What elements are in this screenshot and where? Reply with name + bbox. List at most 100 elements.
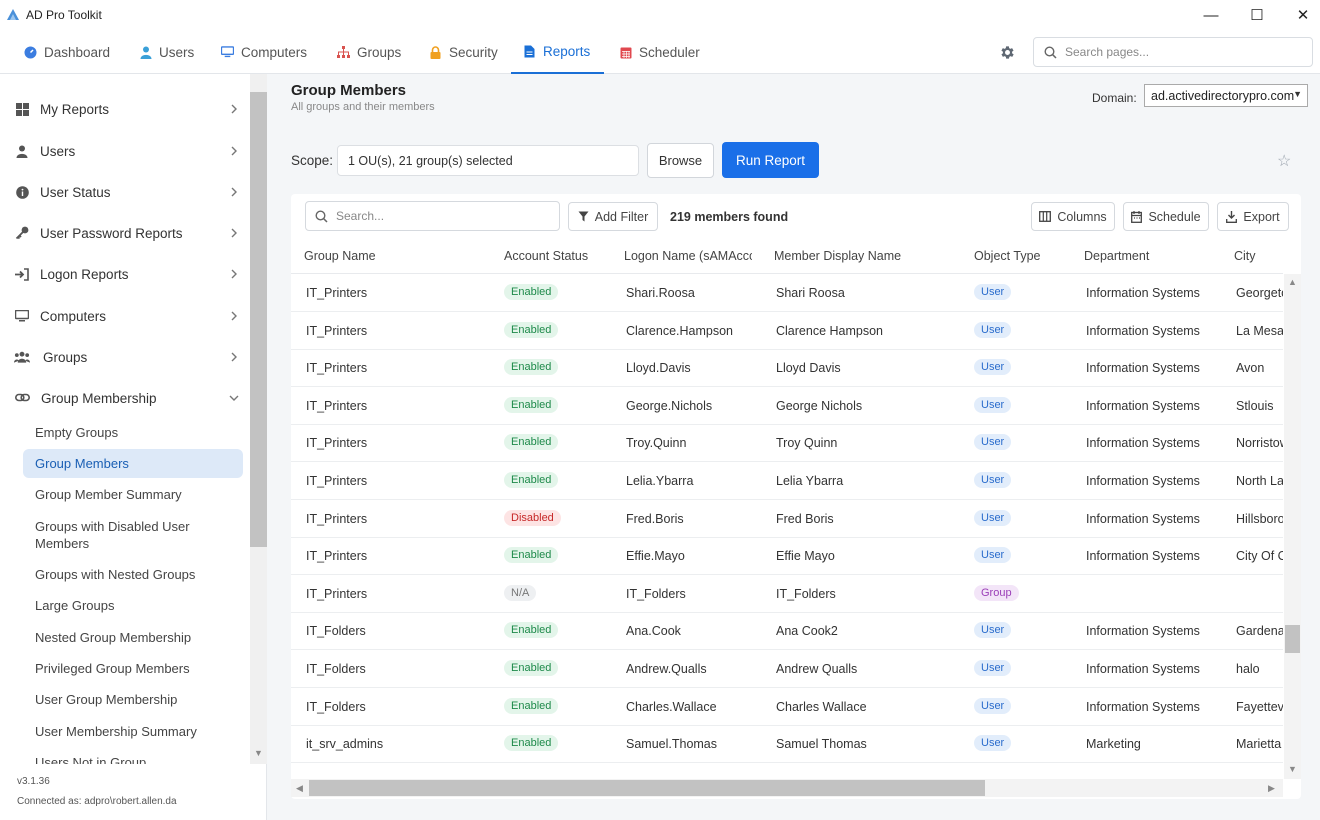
display-name-cell: Lloyd Davis [776,361,841,375]
tab-security[interactable]: Security [429,30,498,74]
sidebar-subitem-privileged-group-members[interactable]: Privileged Group Members [23,660,243,677]
tab-users[interactable]: Users [139,30,194,74]
display-name-cell: Fred Boris [776,512,834,526]
column-header[interactable]: Account Status [504,249,609,263]
groups-icon [337,45,350,59]
scroll-right-arrow-icon[interactable]: ▶ [1268,783,1275,794]
sidebar-subitem-groups-disabled-users[interactable]: Groups with Disabled User Members [23,518,213,552]
sidebar-subitem-groups-nested[interactable]: Groups with Nested Groups [23,566,243,583]
sidebar-item-user-password-reports[interactable]: User Password Reports [0,214,250,252]
table-row[interactable]: IT_Folders Enabled Charles.Wallace Charles … [291,688,1283,726]
sidebar-subitem-empty-groups[interactable]: Empty Groups [23,424,243,441]
department-cell: Information Systems [1086,512,1200,526]
tab-groups[interactable]: Groups [337,30,401,74]
export-button[interactable]: Export [1217,202,1289,231]
sidebar-subitem-user-group-membership[interactable]: User Group Membership [23,691,243,708]
table-row[interactable]: IT_Printers Enabled Effie.Mayo Effie Mayo Us… [291,537,1283,575]
chevron-right-icon [228,268,240,280]
display-name-cell: Ana Cook2 [776,624,838,638]
scope-field[interactable]: 1 OU(s), 21 group(s) selected [337,145,639,176]
sidebar-item-users[interactable]: Users [0,132,250,170]
settings-gear-icon[interactable] [996,41,1018,63]
favorite-star-icon[interactable]: ☆ [1277,151,1291,171]
sidebar-item-my-reports[interactable]: My Reports [0,90,250,128]
table-row[interactable]: IT_Printers Enabled Shari.Roosa Shari Roosa… [291,274,1283,312]
table-search-input[interactable] [336,209,546,223]
scroll-left-arrow-icon[interactable]: ◀ [296,783,303,794]
sidebar-item-user-status[interactable]: User Status [0,173,250,211]
column-header[interactable]: Group Name [304,249,484,263]
page-title: Group Members [291,82,407,99]
column-header[interactable]: Department [1084,249,1224,263]
monitor-icon [14,308,30,324]
minimize-button[interactable]: — [1188,0,1234,30]
sidebar-item-logon-reports[interactable]: Logon Reports [0,255,250,293]
city-cell: Norristown [1236,436,1283,450]
table-horizontal-scrollbar[interactable]: ◀ ▶ [291,779,1283,797]
table-row[interactable]: IT_Printers Disabled Fred.Boris Fred Boris U… [291,500,1283,538]
sidebar-subitem-group-members[interactable]: Group Members [23,449,243,478]
status-badge: Enabled [504,472,559,488]
department-cell: Information Systems [1086,662,1200,676]
display-name-cell: Charles Wallace [776,700,867,714]
tab-label: Dashboard [44,44,111,60]
title-bar: AD Pro Toolkit — ☐ ✕ [0,0,1320,30]
sidebar-item-computers[interactable]: Computers [0,297,250,335]
table-hscroll-thumb[interactable] [309,780,985,796]
sidebar-subitem-user-membership-summary[interactable]: User Membership Summary [23,723,243,740]
scroll-up-arrow-icon[interactable]: ▲ [1288,277,1297,287]
table-row[interactable]: IT_Printers Enabled Lloyd.Davis Lloyd Davis… [291,349,1283,387]
close-button[interactable]: ✕ [1280,0,1320,30]
table-search-box[interactable] [305,201,560,231]
main-content: Group Members All groups and their membe… [267,74,1320,820]
columns-button[interactable]: Columns [1031,202,1115,231]
column-header[interactable]: City [1234,249,1282,263]
page-search-input[interactable] [1065,45,1285,59]
sidebar-subitem-large-groups[interactable]: Large Groups [23,597,243,614]
city-cell: La Mesa [1236,324,1283,338]
table-row[interactable]: IT_Printers N/A IT_Folders IT_Folders Group [291,575,1283,613]
table-row[interactable]: IT_Printers Enabled Clarence.Hampson Claren… [291,312,1283,350]
table-row[interactable]: IT_Printers Enabled Troy.Quinn Troy Quinn Us… [291,424,1283,462]
sidebar-subitem-group-member-summary[interactable]: Group Member Summary [23,486,243,503]
info-icon [14,184,30,200]
tab-label: Computers [241,44,308,60]
department-cell: Marketing [1086,737,1141,751]
add-filter-button[interactable]: Add Filter [568,202,658,231]
department-cell: Information Systems [1086,286,1200,300]
sidebar-item-group-membership[interactable]: Group Membership [0,379,250,417]
tab-reports[interactable]: Reports [511,30,604,74]
sidebar-item-groups[interactable]: Groups [0,338,250,376]
sidebar-subitem-users-not-in-group[interactable]: Users Not in Group [23,754,243,764]
browse-button[interactable]: Browse [647,143,714,178]
scroll-down-arrow-icon[interactable]: ▼ [1288,764,1297,774]
display-name-cell: Effie Mayo [776,549,835,563]
table-row[interactable]: IT_Printers Enabled George.Nichols George N… [291,387,1283,425]
group-name-cell: IT_Folders [306,662,366,676]
schedule-button[interactable]: Schedule [1123,202,1209,231]
key-icon [14,225,30,241]
table-row[interactable]: IT_Printers Enabled Lelia.Ybarra Lelia Ybar… [291,462,1283,500]
login-icon [14,266,30,282]
run-report-button[interactable]: Run Report [722,142,819,178]
domain-select[interactable]: ad.activedirectorypro.com ▼ [1144,84,1308,107]
page-search-box[interactable] [1033,37,1313,67]
column-header[interactable]: Member Display Name [774,249,954,263]
table-row[interactable]: it_srv_admins Enabled Samuel.Thomas Samuel … [291,725,1283,763]
tab-computers[interactable]: Computers [221,30,307,74]
table-row[interactable]: IT_Folders Enabled Andrew.Qualls Andrew Qua… [291,650,1283,688]
group-name-cell: IT_Folders [306,700,366,714]
search-icon [315,209,328,223]
tab-dashboard[interactable]: Dashboard [24,30,110,74]
scroll-down-arrow-icon[interactable]: ▼ [254,748,263,758]
sidebar-scroll-thumb[interactable] [250,92,267,547]
column-header[interactable]: Object Type [974,249,1069,263]
tab-scheduler[interactable]: Scheduler [619,30,700,74]
sidebar-scrollbar[interactable]: ▼ [250,74,267,764]
column-header[interactable]: Logon Name (sAMAccc [624,249,752,263]
sidebar-subitem-nested-group-membership[interactable]: Nested Group Membership [23,629,243,646]
table-vertical-scrollbar[interactable]: ▲ ▼ [1284,274,1301,779]
table-row[interactable]: IT_Folders Enabled Ana.Cook Ana Cook2 User In… [291,612,1283,650]
table-vscroll-thumb[interactable] [1285,625,1300,653]
maximize-button[interactable]: ☐ [1234,0,1280,30]
